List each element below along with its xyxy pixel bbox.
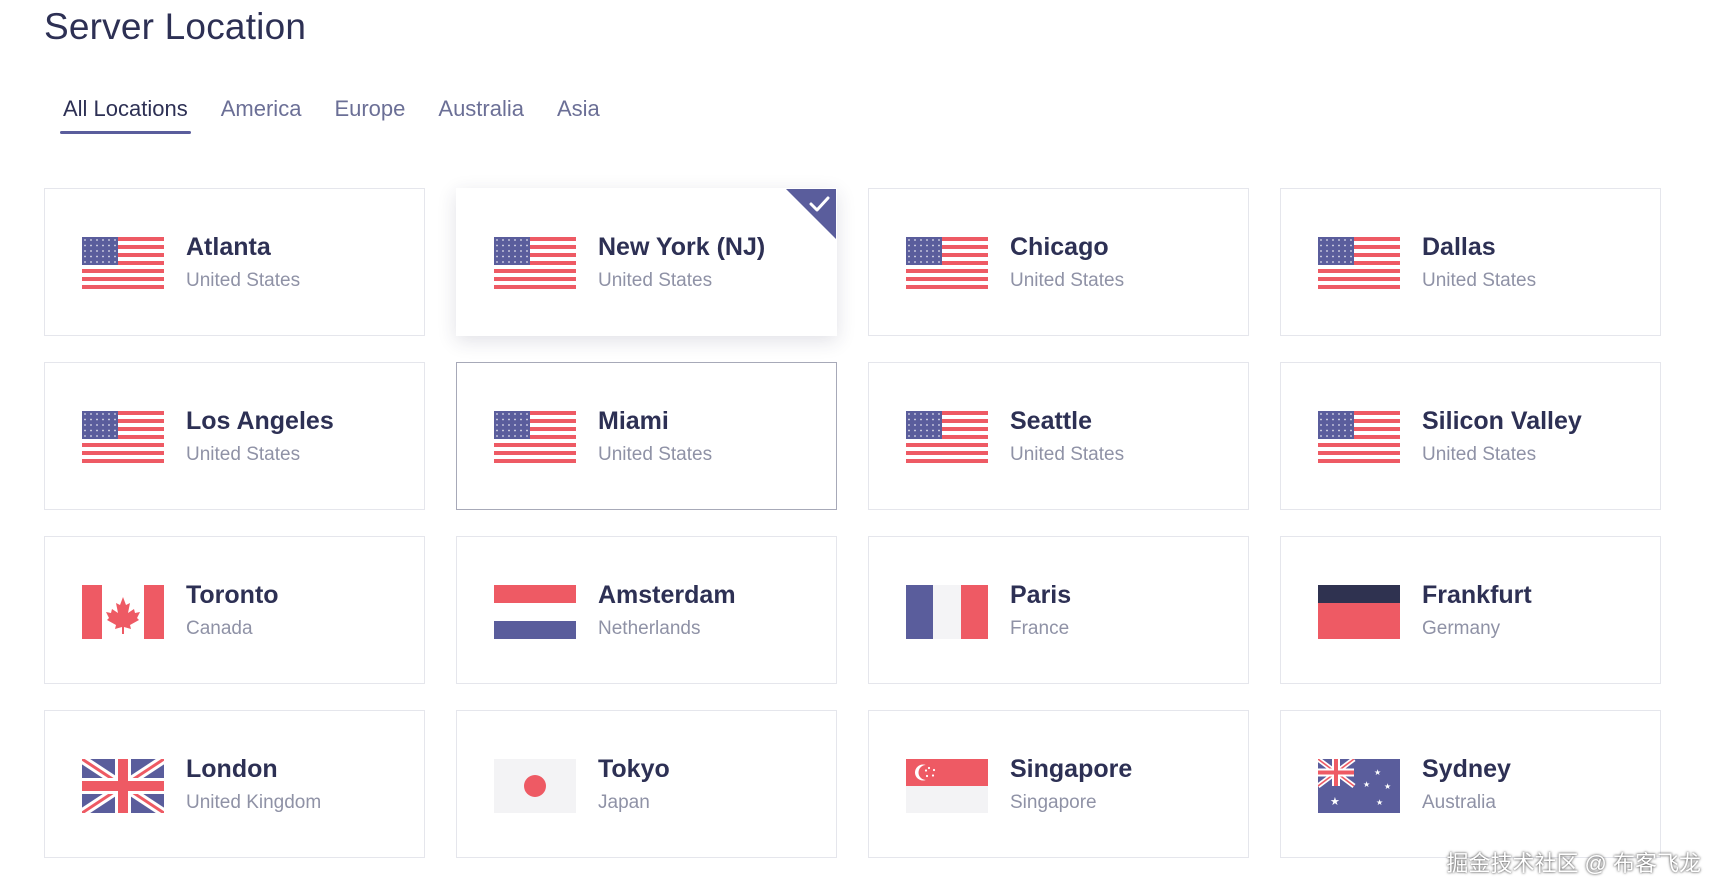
uk-flag-icon (82, 759, 164, 813)
location-city: Atlanta (186, 233, 271, 261)
tab-europe[interactable]: Europe (334, 96, 405, 134)
location-city: Miami (598, 407, 669, 435)
location-card-los-angeles[interactable]: Los Angeles United States (44, 362, 425, 510)
germany-flag-icon (1318, 585, 1400, 639)
location-country: Singapore (1010, 792, 1097, 813)
location-country: United States (1010, 444, 1125, 465)
location-city: Paris (1010, 581, 1072, 609)
location-card-tokyo[interactable]: Tokyo Japan (456, 710, 837, 858)
location-card-toronto[interactable]: Toronto Canada (44, 536, 425, 684)
us-flag-icon (906, 411, 988, 463)
australia-flag-icon: ★ ★ ★ ★ ★ (1318, 759, 1400, 813)
location-country: Japan (598, 792, 650, 813)
location-city: Toronto (186, 581, 279, 609)
us-flag-icon (82, 237, 164, 289)
singapore-flag-icon (906, 759, 988, 813)
watermark: 掘金技术社区 @ 布客飞龙 (1446, 851, 1701, 876)
netherlands-flag-icon (494, 585, 576, 639)
svg-text:★: ★ (1363, 780, 1370, 789)
location-card-paris[interactable]: Paris France (868, 536, 1249, 684)
location-city: Sydney (1422, 755, 1511, 783)
location-card-dallas[interactable]: Dallas United States (1280, 188, 1661, 336)
region-tabs: All Locations America Europe Australia A… (60, 96, 633, 134)
us-flag-icon (82, 411, 164, 463)
location-city: Frankfurt (1422, 581, 1532, 609)
us-flag-icon (1318, 237, 1400, 289)
location-country: Canada (186, 618, 253, 639)
location-country: United States (1010, 270, 1125, 291)
tab-america[interactable]: America (221, 96, 302, 134)
tab-australia[interactable]: Australia (438, 96, 524, 134)
canada-flag-icon (82, 585, 164, 639)
checkmark-icon (786, 189, 836, 239)
location-card-atlanta[interactable]: Atlanta United States (44, 188, 425, 336)
svg-text:★: ★ (1374, 768, 1381, 777)
location-country: United States (186, 444, 301, 465)
location-card-frankfurt[interactable]: Frankfurt Germany (1280, 536, 1661, 684)
location-country: United Kingdom (186, 792, 322, 813)
location-card-seattle[interactable]: Seattle United States (868, 362, 1249, 510)
location-card-sydney[interactable]: ★ ★ ★ ★ ★ Sydney Australia (1280, 710, 1661, 858)
location-city: Singapore (1010, 755, 1133, 783)
location-country: United States (598, 444, 713, 465)
location-card-new-york-nj[interactable]: New York (NJ) United States (456, 188, 837, 336)
location-city: Chicago (1010, 233, 1109, 261)
location-city: Seattle (1010, 407, 1092, 435)
location-city: New York (NJ) (598, 233, 766, 261)
tab-asia[interactable]: Asia (557, 96, 600, 134)
location-card-amsterdam[interactable]: Amsterdam Netherlands (456, 536, 837, 684)
location-card-singapore[interactable]: Singapore Singapore (868, 710, 1249, 858)
location-city: Los Angeles (186, 407, 334, 435)
us-flag-icon (494, 411, 576, 463)
location-country: France (1010, 618, 1070, 639)
page-title: Server Location (44, 6, 307, 47)
location-card-chicago[interactable]: Chicago United States (868, 188, 1249, 336)
location-city: London (186, 755, 278, 783)
svg-text:★: ★ (1330, 795, 1340, 808)
location-country: Germany (1422, 618, 1501, 639)
location-city: Amsterdam (598, 581, 736, 609)
location-city: Dallas (1422, 233, 1496, 261)
location-country: Australia (1422, 792, 1496, 813)
location-country: United States (1422, 444, 1537, 465)
us-flag-icon (1318, 411, 1400, 463)
location-card-miami[interactable]: Miami United States (456, 362, 837, 510)
us-flag-icon (494, 237, 576, 289)
location-city: Tokyo (598, 755, 670, 783)
tab-all-locations[interactable]: All Locations (60, 96, 191, 134)
svg-text:★: ★ (1384, 782, 1391, 791)
location-card-silicon-valley[interactable]: Silicon Valley United States (1280, 362, 1661, 510)
location-country: United States (186, 270, 301, 291)
location-country: Netherlands (598, 618, 701, 639)
location-city: Silicon Valley (1422, 407, 1582, 435)
france-flag-icon (906, 585, 988, 639)
us-flag-icon (906, 237, 988, 289)
location-country: United States (598, 270, 713, 291)
svg-text:★: ★ (1376, 798, 1383, 807)
japan-flag-icon (494, 759, 576, 813)
location-card-london[interactable]: London United Kingdom (44, 710, 425, 858)
location-country: United States (1422, 270, 1537, 291)
